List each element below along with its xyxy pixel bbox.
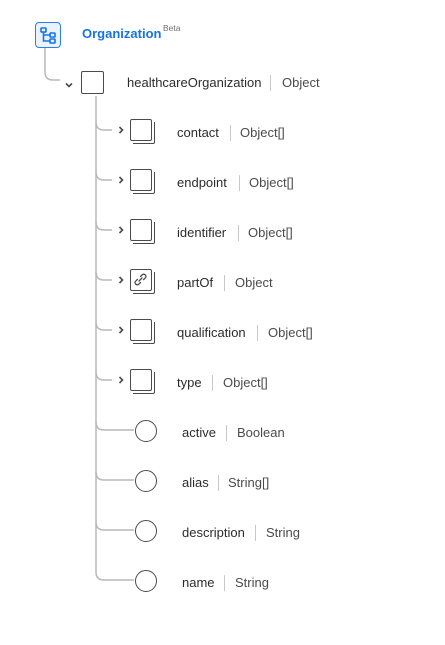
- schema-hierarchy-icon: [35, 22, 61, 48]
- field-type-contact: Object[]: [240, 125, 285, 140]
- field-name-qualification[interactable]: qualification: [177, 325, 246, 340]
- field-name-description[interactable]: description: [182, 525, 245, 540]
- chevron-right-icon[interactable]: [116, 175, 126, 185]
- field-name-partof[interactable]: partOf: [177, 275, 213, 290]
- object-array-icon: [130, 369, 155, 394]
- field-type-partof: Object: [235, 275, 273, 290]
- object-array-icon: [130, 169, 155, 194]
- chevron-right-icon[interactable]: [116, 375, 126, 385]
- field-type-description: String: [266, 525, 300, 540]
- field-name-identifier[interactable]: identifier: [177, 225, 226, 240]
- field-name-contact[interactable]: contact: [177, 125, 219, 140]
- root-field-type: Object: [282, 75, 320, 90]
- object-array-icon: [130, 219, 155, 244]
- type-divider: [230, 125, 231, 141]
- field-name-type[interactable]: type: [177, 375, 202, 390]
- field-name-alias[interactable]: alias: [182, 475, 209, 490]
- type-divider: [255, 525, 256, 541]
- type-divider: [270, 75, 271, 91]
- field-type-active: Boolean: [237, 425, 285, 440]
- field-type-alias: String[]: [228, 475, 270, 490]
- tree-connector-lines: [44, 48, 134, 581]
- beta-badge: Beta: [163, 23, 181, 33]
- primitive-field-icon: [135, 420, 157, 442]
- chevron-right-icon[interactable]: [116, 325, 126, 335]
- object-box-icon: [81, 71, 104, 94]
- field-name-endpoint[interactable]: endpoint: [177, 175, 227, 190]
- field-type-identifier: Object[]: [248, 225, 293, 240]
- schema-title[interactable]: Organization: [82, 26, 161, 41]
- object-array-icon: [130, 319, 155, 344]
- chevron-right-icon[interactable]: [116, 225, 126, 235]
- chevron-down-icon[interactable]: [64, 80, 74, 90]
- type-divider: [239, 175, 240, 191]
- object-array-icon: [130, 119, 155, 144]
- primitive-field-icon: [135, 520, 157, 542]
- field-type-type: Object[]: [223, 375, 268, 390]
- type-divider: [218, 475, 219, 491]
- field-type-endpoint: Object[]: [249, 175, 294, 190]
- primitive-field-icon: [135, 570, 157, 592]
- field-type-qualification: Object[]: [268, 325, 313, 340]
- type-divider: [224, 575, 225, 591]
- field-name-active[interactable]: active: [182, 425, 216, 440]
- field-type-name: String: [235, 575, 269, 590]
- root-field-name[interactable]: healthcareOrganization: [127, 75, 261, 90]
- chevron-right-icon[interactable]: [116, 275, 126, 285]
- primitive-field-icon: [135, 470, 157, 492]
- type-divider: [226, 425, 227, 441]
- schema-tree: Organization Beta healthcareOrganization…: [0, 0, 445, 645]
- chevron-right-icon[interactable]: [116, 125, 126, 135]
- type-divider: [212, 375, 213, 391]
- type-divider: [224, 275, 225, 291]
- type-divider: [238, 225, 239, 241]
- field-name-name[interactable]: name: [182, 575, 215, 590]
- type-divider: [257, 325, 258, 341]
- link-icon: [130, 269, 155, 294]
